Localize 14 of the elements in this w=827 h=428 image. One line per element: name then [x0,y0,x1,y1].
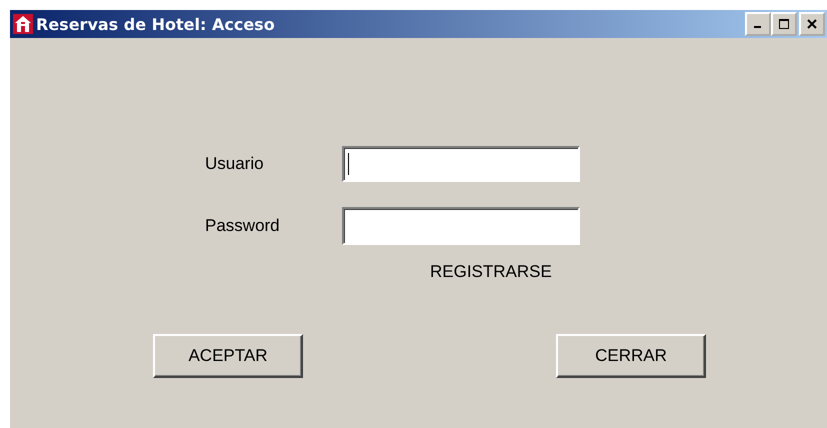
maximize-icon [779,19,789,29]
accept-button[interactable]: ACEPTAR [153,334,303,378]
close-icon [807,19,817,29]
close-button[interactable] [799,12,825,36]
username-field[interactable] [342,146,580,182]
minimize-button[interactable] [745,12,771,36]
house-icon [13,14,33,34]
close-dialog-button[interactable]: CERRAR [556,334,706,378]
window-title: Reservas de Hotel: Acceso [36,14,276,34]
password-field[interactable] [342,207,580,245]
field-label: Usuario [205,154,265,174]
maximize-button[interactable] [771,12,797,36]
register-link[interactable]: REGISTRARSE [430,262,552,281]
field-label: Password [205,216,281,236]
